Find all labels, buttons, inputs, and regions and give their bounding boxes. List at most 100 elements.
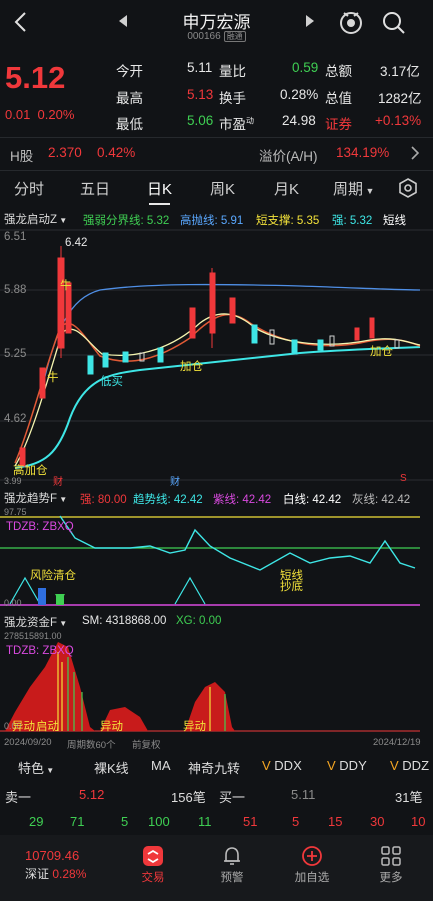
- panel1-header: 强龙启动Z ▼ 强弱分界线: 5.32 高抛线: 5.91 短支撑: 5.35 …: [0, 209, 433, 228]
- premium-label: 溢价(A/H): [259, 149, 318, 164]
- index-value[interactable]: 10709.46: [25, 848, 79, 863]
- panel1-y2: 5.88: [4, 284, 27, 296]
- panel2-line4: 白线: 42.42: [283, 494, 342, 506]
- ai-assistant-icon[interactable]: [338, 8, 364, 39]
- signal-s: S: [400, 473, 407, 484]
- panel2-line5: 灰线: 42.42: [352, 494, 411, 506]
- signal-add-2: 加仓: [370, 346, 393, 358]
- price-change: 0.01 0.20%: [5, 107, 75, 122]
- settings-icon[interactable]: [398, 178, 418, 201]
- tab-daily-k[interactable]: 日K: [147, 178, 172, 205]
- panel3-indicator-select[interactable]: 强龙资金F ▼: [4, 614, 67, 630]
- sell-qty: 100: [148, 814, 170, 829]
- tab-five-day[interactable]: 五日: [80, 178, 110, 199]
- tool-ddy[interactable]: V DDY: [327, 758, 367, 773]
- peak-label: 6.42: [65, 237, 88, 249]
- high-value: 5.13: [187, 87, 214, 102]
- turnover-value: 0.28%: [280, 87, 319, 102]
- panel2-y1: 97.75: [4, 507, 27, 517]
- add-circle-icon: [302, 846, 322, 866]
- tab-intraday[interactable]: 分时: [14, 178, 44, 199]
- nav-alert[interactable]: 预警: [197, 843, 267, 885]
- signal-niu-1: 牛: [60, 280, 72, 292]
- signal-cai-2: 财: [170, 477, 180, 488]
- tab-monthly-k[interactable]: 月K: [274, 178, 299, 199]
- signal-add-1: 加仓: [180, 361, 203, 373]
- axis-end-date: 2024/12/19: [373, 737, 421, 748]
- orderbook: 卖一 5.12 156笔 买一 5.11 31笔 29 71 5 100 11 …: [0, 782, 433, 832]
- panel1-y3: 5.25: [4, 348, 27, 360]
- current-price: 5.12: [5, 60, 66, 95]
- low-label: 最低: [116, 117, 143, 132]
- grid-icon: [381, 846, 401, 866]
- next-stock-icon[interactable]: [305, 14, 315, 31]
- open-label: 今开: [116, 64, 143, 79]
- hshare-label: H股: [10, 149, 34, 164]
- tool-ma[interactable]: MA: [151, 758, 171, 773]
- sector-label[interactable]: 证券: [325, 113, 352, 133]
- vol-ratio-value: 0.59: [292, 60, 319, 75]
- panel3-tdzb: TDZB: ZBXQ: [6, 645, 74, 657]
- amount-value: 3.17亿: [380, 64, 420, 79]
- chevron-right-icon[interactable]: [410, 145, 420, 164]
- buy-qty: 10: [411, 814, 426, 829]
- top-bar: 申万宏源 000166 融通: [0, 0, 433, 50]
- sell-qty: 29: [29, 814, 44, 829]
- signal-start: 启动: [36, 721, 59, 733]
- sell-price: 5.12: [79, 787, 105, 802]
- cap-label: 总值: [325, 91, 352, 106]
- panel3-xg: XG: 0.00: [176, 615, 222, 627]
- buy-qty: 51: [243, 814, 258, 829]
- search-icon[interactable]: [381, 10, 407, 39]
- signal-anomaly-3: 异动: [183, 721, 206, 733]
- panel3-header: 强龙资金F ▼ SM: 4318868.00 XG: 0.00: [0, 612, 433, 631]
- panel1-indicator-select[interactable]: 强龙启动Z ▼: [4, 211, 67, 227]
- nav-trade[interactable]: 交易: [118, 843, 188, 885]
- special-menu[interactable]: 特色 ▼: [18, 758, 54, 777]
- panel2-line2: 趋势线: 42.42: [133, 494, 203, 506]
- signal-short-bottom: 短线抄底: [280, 570, 303, 593]
- nav-more[interactable]: 更多: [356, 843, 426, 885]
- panel2-tdzb: TDZB: ZBXQ: [6, 521, 74, 533]
- sell-count: 156笔: [171, 790, 206, 805]
- signal-anomaly-2: 异动: [100, 721, 123, 733]
- buy-label: 买一: [219, 790, 246, 805]
- sell-qty: 71: [70, 814, 85, 829]
- panel1-line2: 高抛线: 5.91: [180, 215, 244, 227]
- tool-naked-k[interactable]: 裸K线: [94, 758, 129, 777]
- pe-value: 24.98: [282, 113, 316, 128]
- index-name: 深证 0.28%: [25, 867, 87, 881]
- vol-ratio-label: 量比: [219, 64, 246, 79]
- panel1-line5: 短线: [383, 215, 406, 227]
- nav-add-watch[interactable]: 加自选: [277, 843, 347, 885]
- axis-period-count: 周期数60个: [67, 740, 116, 751]
- indicator-toolbar: 特色 ▼ 裸K线 MA 神奇九转 V DDX V DDY V DDZ: [0, 754, 433, 779]
- buy-price: 5.11: [291, 787, 316, 802]
- sell-label: 卖一: [5, 790, 32, 805]
- stock-name: 申万宏源: [182, 13, 251, 32]
- panel1-y1: 6.51: [4, 231, 27, 243]
- tab-period[interactable]: 周期 ▼: [333, 178, 374, 199]
- premium-value: 134.19%: [336, 145, 390, 160]
- panel2-line1: 强: 80.00: [80, 494, 127, 506]
- signal-cai-1: 财: [53, 477, 63, 488]
- trade-icon: [143, 846, 163, 866]
- panel1-y4: 4.62: [4, 413, 27, 425]
- panel2-indicator-select[interactable]: 强龙趋势F ▼: [4, 490, 67, 506]
- tab-weekly-k[interactable]: 周K: [210, 178, 235, 199]
- signal-anomaly-1: 异动: [12, 721, 35, 733]
- axis-start-date: 2024/09/20: [4, 737, 52, 748]
- signal-risk-clear: 风险清仓: [30, 570, 76, 582]
- kline-chart[interactable]: [0, 228, 433, 485]
- signal-niu-2: 牛: [47, 372, 59, 384]
- stock-code: 000166 融通: [0, 31, 433, 42]
- tool-nine-turn[interactable]: 神奇九转: [188, 758, 240, 777]
- sell-qty: 11: [198, 814, 212, 829]
- hshare-price: 2.370: [48, 145, 82, 160]
- tool-ddx[interactable]: V DDX: [262, 758, 302, 773]
- tool-ddz[interactable]: V DDZ: [390, 758, 429, 773]
- hshare-pct: 0.42%: [97, 145, 136, 160]
- sector-pct: +0.13%: [375, 113, 422, 128]
- cap-value: 1282亿: [378, 91, 422, 106]
- amount-label: 总额: [325, 64, 352, 79]
